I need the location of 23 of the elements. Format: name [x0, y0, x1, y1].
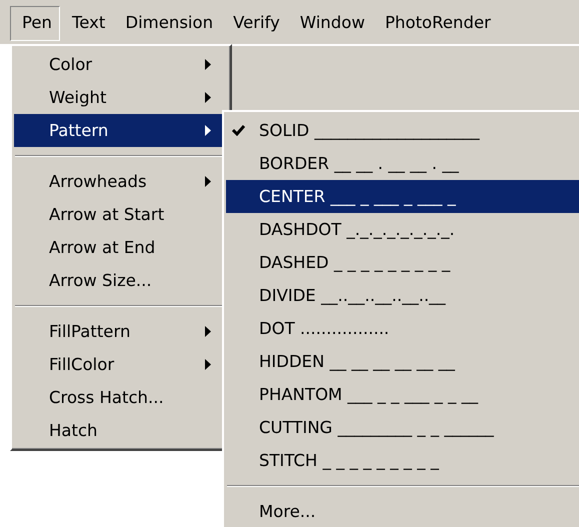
- menu-item[interactable]: DIVIDE __..__..__..__..__: [226, 279, 579, 312]
- menu-bar-item[interactable]: Text: [60, 6, 114, 41]
- menu-item[interactable]: BORDER __ __ . __ __ . __: [226, 147, 579, 180]
- menu-item[interactable]: DOT .................: [226, 312, 579, 345]
- menu-item[interactable]: FillColor: [14, 348, 228, 381]
- menu-item[interactable]: HIDDEN __ __ __ __ __ __: [226, 345, 579, 378]
- menu-bar-item[interactable]: Dimension: [113, 6, 222, 41]
- menu-item[interactable]: More...: [226, 495, 579, 527]
- menu-item[interactable]: SOLID ____________________: [226, 114, 579, 147]
- menu-item[interactable]: CUTTING _________ _ _ ______: [226, 411, 579, 444]
- menu-item[interactable]: Color: [14, 48, 228, 81]
- menu-item[interactable]: PHANTOM ___ _ _ ___ _ _ __: [226, 378, 579, 411]
- menu-item[interactable]: STITCH _ _ _ _ _ _ _ _ _: [226, 444, 579, 477]
- menu-bar-item[interactable]: Pen: [10, 6, 60, 41]
- menu-item[interactable]: CENTER ___ _ ___ _ ___ _: [226, 180, 579, 213]
- menu-item[interactable]: FillPattern: [14, 315, 228, 348]
- menu-bar-item[interactable]: Verify: [221, 6, 288, 41]
- menu-item[interactable]: Arrowheads: [14, 165, 228, 198]
- menu-bar-item[interactable]: PhotoRender: [372, 6, 499, 41]
- menu-item[interactable]: DASHDOT _._._._._._._._.: [226, 213, 579, 246]
- menu-bar-item[interactable]: Window: [288, 6, 373, 41]
- menu-item[interactable]: DASHED _ _ _ _ _ _ _ _ _: [226, 246, 579, 279]
- menu-item[interactable]: Weight: [14, 81, 228, 114]
